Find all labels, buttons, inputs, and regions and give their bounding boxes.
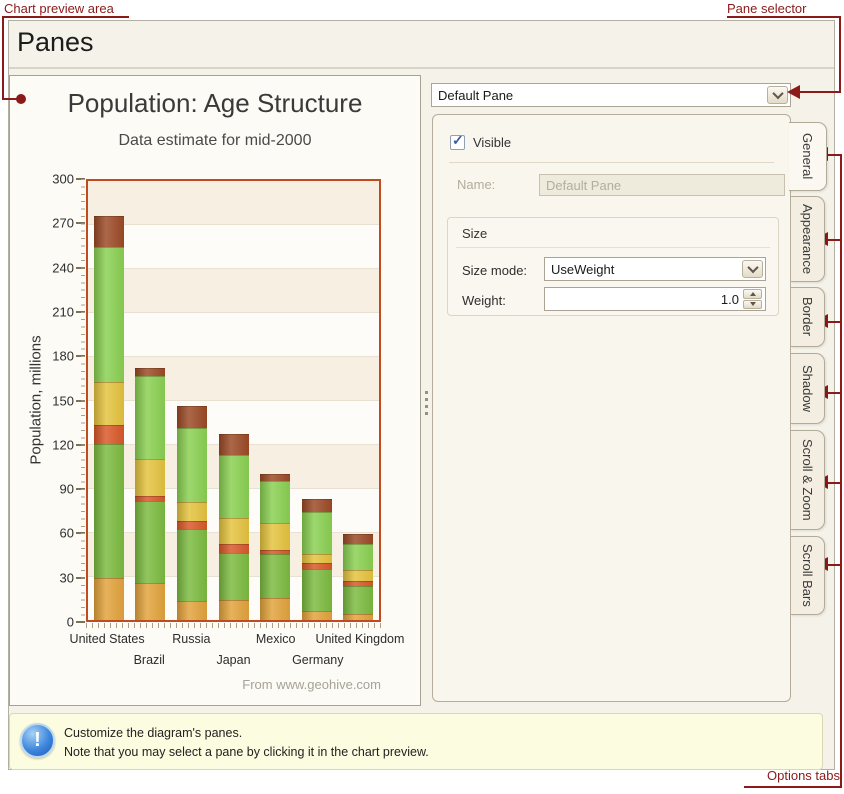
source-note: From www.geohive.com bbox=[86, 677, 381, 692]
annotation-underline bbox=[2, 16, 129, 18]
size-group-separator bbox=[456, 247, 770, 248]
pane-selector-value: Default Pane bbox=[438, 88, 513, 103]
header-separator bbox=[9, 67, 834, 69]
tab-scroll-bars[interactable]: Scroll Bars bbox=[791, 536, 825, 615]
spin-up-button[interactable] bbox=[743, 289, 762, 299]
annotation-connector-line bbox=[828, 482, 840, 484]
bar-united-kingdom bbox=[343, 181, 373, 620]
name-field bbox=[539, 174, 785, 196]
info-line-2: Note that you may select a pane by click… bbox=[64, 743, 429, 762]
tab-appearance[interactable]: Appearance bbox=[791, 196, 825, 282]
name-label: Name: bbox=[457, 177, 495, 192]
annotation-connector-line bbox=[828, 154, 840, 156]
chevron-down-icon bbox=[772, 88, 783, 99]
size-mode-label: Size mode: bbox=[462, 263, 527, 278]
chevron-down-icon bbox=[747, 262, 758, 273]
annotation-connector-line bbox=[2, 98, 17, 100]
arrow-down-icon bbox=[750, 302, 756, 306]
annotation-pane-selector: Pane selector bbox=[727, 1, 807, 16]
size-mode-dropdown-button[interactable] bbox=[742, 260, 763, 278]
weight-label: Weight: bbox=[462, 293, 506, 308]
visible-checkbox-label: Visible bbox=[473, 135, 511, 150]
bars bbox=[88, 181, 379, 620]
bar-united-states bbox=[94, 181, 124, 620]
bar-brazil bbox=[135, 181, 165, 620]
chart-title: Population: Age Structure bbox=[10, 88, 420, 119]
tab-general[interactable]: General bbox=[789, 122, 827, 191]
annotation-chart-preview-area: Chart preview area bbox=[4, 1, 114, 16]
tab-scroll-zoom[interactable]: Scroll & Zoom bbox=[791, 430, 825, 530]
page-title: Panes bbox=[17, 27, 94, 58]
weight-spinner[interactable] bbox=[743, 289, 762, 309]
info-icon: ! bbox=[20, 723, 55, 758]
y-axis-labels: 3002702402101801501209060300 bbox=[28, 179, 74, 622]
x-axis-ticks bbox=[86, 623, 381, 628]
splitter-grip-icon bbox=[425, 391, 428, 415]
pane-selector-combobox[interactable]: Default Pane bbox=[431, 83, 791, 107]
spin-down-button[interactable] bbox=[743, 300, 762, 310]
annotation-connector-line bbox=[2, 16, 4, 100]
info-bar: ! Customize the diagram's panes. Note th… bbox=[9, 713, 823, 770]
annotation-connector-line bbox=[839, 16, 841, 93]
bar-russia bbox=[177, 181, 207, 620]
plot-area[interactable] bbox=[86, 179, 381, 622]
size-group-title: Size bbox=[462, 226, 487, 241]
annotation-connector-line bbox=[828, 392, 840, 394]
arrow-up-icon bbox=[750, 292, 756, 296]
chart-preview-panel: Population: Age Structure Data estimate … bbox=[9, 75, 421, 706]
annotation-connector-line bbox=[828, 239, 840, 241]
bar-mexico bbox=[260, 181, 290, 620]
bar-germany bbox=[302, 181, 332, 620]
weight-field[interactable] bbox=[544, 287, 766, 311]
panel-splitter[interactable] bbox=[422, 75, 431, 706]
info-line-1: Customize the diagram's panes. bbox=[64, 724, 429, 743]
annotation-bullet bbox=[16, 94, 26, 104]
annotation-options-tabs: Options tabs bbox=[744, 768, 840, 783]
size-mode-value: UseWeight bbox=[551, 262, 614, 277]
options-separator bbox=[449, 162, 774, 163]
size-mode-combobox[interactable]: UseWeight bbox=[544, 257, 766, 281]
chart-subtitle: Data estimate for mid-2000 bbox=[10, 132, 420, 150]
panes-options-window: Panes Population: Age Structure Data est… bbox=[8, 20, 835, 770]
bar-japan bbox=[219, 181, 249, 620]
annotation-underline bbox=[727, 16, 841, 18]
y-axis-minor-ticks bbox=[81, 179, 85, 622]
tab-shadow[interactable]: Shadow bbox=[791, 353, 825, 424]
tab-border[interactable]: Border bbox=[791, 287, 825, 347]
check-icon: ✓ bbox=[452, 132, 464, 149]
visible-checkbox[interactable]: ✓ bbox=[450, 135, 465, 150]
annotation-connector-line bbox=[800, 91, 841, 93]
annotation-connector-line bbox=[828, 321, 840, 323]
size-group-box: Size Size mode: UseWeight Weight: bbox=[447, 217, 779, 316]
annotation-underline bbox=[744, 786, 842, 788]
annotation-arrow-icon bbox=[787, 85, 800, 99]
info-text: Customize the diagram's panes. Note that… bbox=[64, 724, 429, 762]
pane-options-box: ✓ Visible Name: Size Size mode: UseWeigh… bbox=[432, 114, 791, 702]
pane-selector-dropdown-button[interactable] bbox=[767, 86, 788, 104]
annotation-connector-line bbox=[840, 154, 842, 788]
x-axis-labels: United StatesBrazilRussiaJapanMexicoGerm… bbox=[86, 632, 381, 676]
annotation-connector-line bbox=[828, 564, 840, 566]
